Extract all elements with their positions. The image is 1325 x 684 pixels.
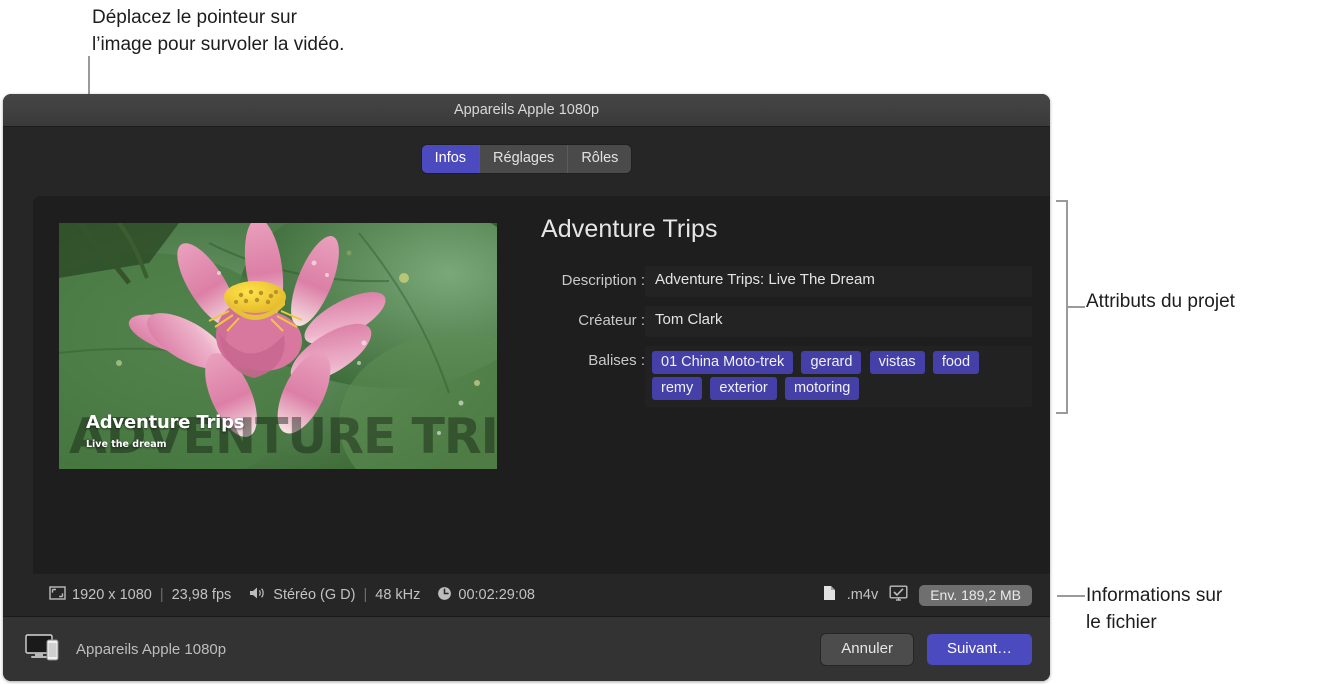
callout-file-information: Informations sur le fichier — [1086, 585, 1223, 633]
apple-devices-icon — [25, 633, 63, 666]
attribute-row-creator: Créateur : Tom Clark — [513, 306, 1032, 337]
window-title: Appareils Apple 1080p — [453, 102, 600, 118]
description-label: Description : — [561, 272, 645, 289]
thumbnail-overlay-title: Adventure Trips — [86, 412, 245, 433]
clock-icon — [437, 586, 452, 605]
attribute-row-tags: Balises : 01 China Moto-trek gerard vist… — [513, 346, 1032, 407]
callout-hover-video: Déplacez le pointeur sur l’image pour su… — [92, 7, 345, 55]
description-field[interactable]: Adventure Trips: Live The Dream — [645, 266, 1032, 297]
cancel-button[interactable]: Annuler — [821, 634, 913, 665]
tag-chip[interactable]: 01 China Moto-trek — [652, 351, 794, 374]
video-preview-thumbnail[interactable]: ADVENTURE TRIPS Adventure Trips Live the… — [59, 223, 497, 469]
status-bar-right: .m4v Env. 189,2 MB — [823, 584, 1050, 606]
tag-chip[interactable]: exterior — [710, 377, 777, 400]
leader-line-file-info — [1057, 595, 1085, 597]
callout-project-attributes: Attributs du projet — [1086, 291, 1235, 312]
tag-chip[interactable]: vistas — [869, 351, 925, 374]
creator-field[interactable]: Tom Clark — [645, 306, 1032, 337]
document-icon — [823, 585, 836, 605]
thumbnail-overlay-subtitle: Live the dream — [86, 439, 167, 450]
project-title: Adventure Trips — [541, 215, 718, 243]
project-attributes: Adventure Trips Description : Adventure … — [513, 215, 1032, 416]
video-info-group: 1920 x 1080 | 23,98 fps — [49, 586, 231, 604]
bracket-project-attributes-stub — [1068, 306, 1085, 308]
status-bar-left: 1920 x 1080 | 23,98 fps Stéréo (G D) | 4… — [33, 586, 535, 605]
tags-label: Balises : — [588, 352, 645, 369]
speaker-icon — [248, 586, 267, 604]
footer-buttons: Annuler Suivant… — [821, 634, 1032, 665]
estimated-size-badge: Env. 189,2 MB — [919, 584, 1032, 606]
tab-group: Infos Réglages Rôles — [421, 145, 632, 173]
file-extension-value: .m4v — [846, 587, 879, 603]
resolution-value: 1920 x 1080 — [72, 587, 152, 603]
attribute-row-description: Description : Adventure Trips: Live The … — [513, 266, 1032, 297]
destination-summary[interactable]: Appareils Apple 1080p — [25, 633, 226, 666]
tag-chip[interactable]: remy — [652, 377, 703, 400]
tab-roles[interactable]: Rôles — [568, 145, 632, 173]
window-footer: Appareils Apple 1080p Annuler Suivant… — [3, 616, 1050, 681]
framerate-value: 23,98 fps — [171, 587, 232, 603]
creator-label: Créateur : — [578, 312, 645, 329]
destination-label: Appareils Apple 1080p — [76, 641, 227, 658]
duration-group: 00:02:29:08 — [437, 586, 535, 605]
audio-channels-value: Stéréo (G D) — [273, 587, 356, 603]
duration-value: 00:02:29:08 — [458, 587, 535, 603]
tab-reglages[interactable]: Réglages — [480, 145, 569, 173]
window-body: Infos Réglages Rôles ADVENTURE TRI Adven… — [3, 127, 1050, 616]
display-check-icon — [889, 585, 908, 605]
next-button[interactable]: Suivant… — [926, 634, 1032, 665]
info-content-panel: ADVENTURE TRIPS Adventure Trips Live the… — [33, 196, 1050, 616]
audio-info-group: Stéréo (G D) | 48 kHz — [248, 586, 420, 604]
compressor-window: Appareils Apple 1080p Infos Réglages Rôl… — [3, 94, 1050, 681]
tag-chip[interactable]: food — [932, 351, 980, 374]
sample-rate-value: 48 kHz — [375, 587, 421, 603]
frame-size-icon — [49, 586, 66, 604]
tags-field[interactable]: 01 China Moto-trek gerard vistas food re… — [645, 346, 1032, 407]
status-separator: | — [363, 587, 368, 603]
tag-chip[interactable]: gerard — [801, 351, 862, 374]
tab-bar: Infos Réglages Rôles — [3, 145, 1050, 173]
status-separator: | — [159, 587, 164, 603]
tag-chip[interactable]: motoring — [784, 377, 860, 400]
tab-infos[interactable]: Infos — [421, 145, 481, 173]
media-status-bar: 1920 x 1080 | 23,98 fps Stéréo (G D) | 4… — [33, 574, 1050, 616]
bracket-project-attributes — [1056, 200, 1068, 414]
window-titlebar[interactable]: Appareils Apple 1080p — [3, 94, 1050, 127]
